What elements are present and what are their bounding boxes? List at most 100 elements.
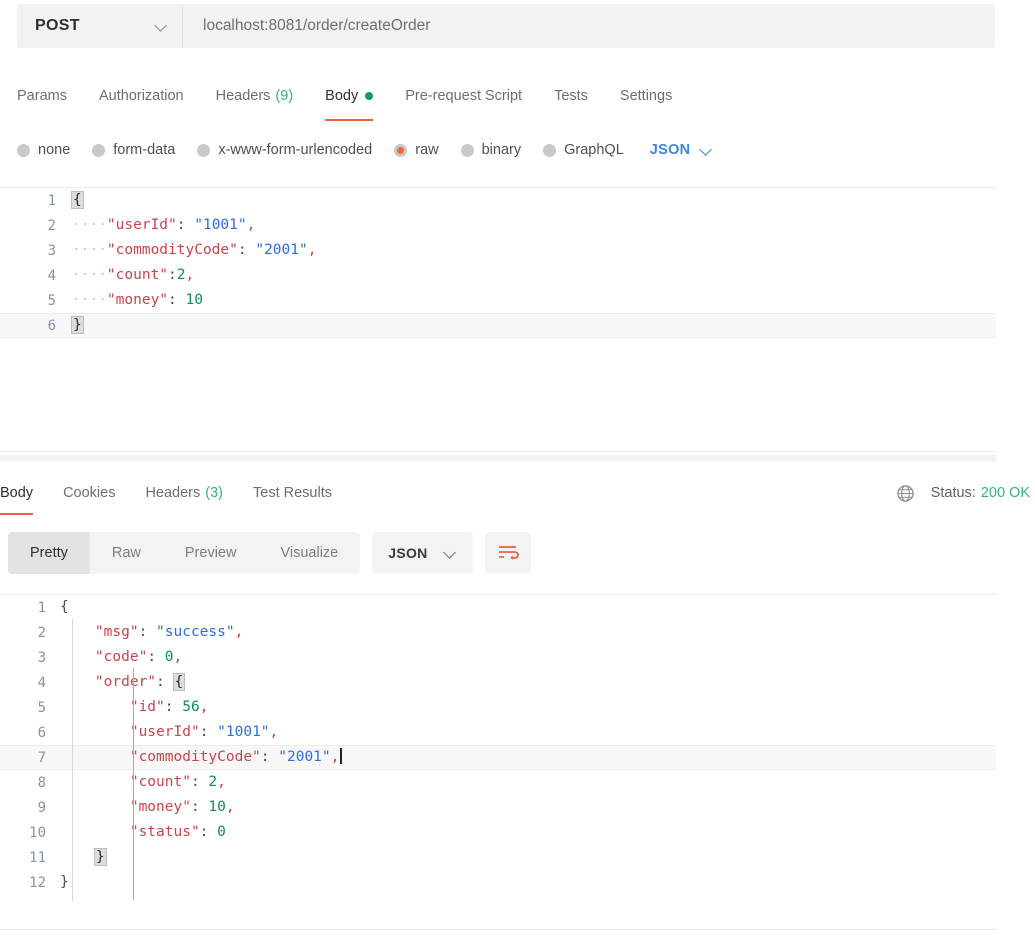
view-mode-raw[interactable]: Raw (90, 532, 163, 574)
code-token-comma: , (307, 242, 317, 258)
headers-count-badge: (9) (275, 88, 294, 104)
tab-body[interactable]: Body (309, 78, 389, 121)
line-number: 1 (37, 599, 46, 616)
code-line: 2 ····"userId": "1001", (0, 213, 996, 238)
view-mode-visualize[interactable]: Visualize (258, 532, 360, 574)
bottom-divider (0, 929, 996, 930)
body-type-binary-label: binary (481, 142, 522, 158)
code-token-colon: : (168, 292, 186, 308)
response-tab-cookies[interactable]: Cookies (48, 477, 130, 509)
code-token-colon: : (260, 749, 279, 765)
tab-authorization[interactable]: Authorization (83, 78, 200, 114)
http-method-select[interactable]: POST (17, 4, 182, 48)
response-tab-body[interactable]: Body (0, 477, 48, 515)
line-number: 2 (37, 624, 46, 641)
response-status-bar: Status: 200 OK (896, 477, 1030, 509)
response-tab-headers[interactable]: Headers (3) (130, 477, 238, 509)
code-indent: ···· (72, 242, 107, 258)
panel-divider[interactable] (0, 455, 996, 462)
response-tab-body-label: Body (0, 485, 34, 501)
word-wrap-button[interactable] (484, 532, 531, 574)
request-body-format-select[interactable]: JSON (650, 142, 715, 158)
code-token-comma: , (173, 649, 183, 665)
body-type-form-data[interactable]: form-data (92, 142, 175, 158)
response-tab-headers-label: Headers (145, 485, 201, 501)
tab-params[interactable]: Params (17, 78, 83, 114)
chevron-down-icon (700, 143, 714, 157)
code-token-number: 10 (208, 799, 226, 815)
body-type-none[interactable]: none (17, 142, 70, 158)
code-token-string: "2001" (278, 749, 331, 765)
line-number: 11 (29, 849, 46, 866)
body-type-raw-label: raw (415, 142, 439, 158)
request-body-format-label: JSON (649, 142, 691, 158)
line-number: 7 (37, 749, 46, 766)
code-token-comma: , (217, 774, 226, 790)
line-number: 6 (47, 317, 56, 334)
code-line: 12 } (0, 870, 996, 895)
tab-settings-label: Settings (619, 88, 673, 104)
text-cursor (340, 748, 342, 764)
line-number: 12 (29, 874, 46, 891)
line-number: 9 (37, 799, 46, 816)
line-number: 2 (47, 217, 56, 234)
code-token-key: "userId" (106, 217, 177, 233)
code-token-brace: } (71, 316, 84, 334)
code-line: 6 } (0, 313, 996, 338)
code-token-comma: , (225, 799, 235, 815)
code-line: 3 ····"commodityCode": "2001", (0, 238, 996, 263)
code-line: 2 "msg": "success", (0, 620, 996, 645)
body-type-graphql[interactable]: GraphQL (543, 142, 624, 158)
code-indent: ···· (72, 267, 107, 283)
code-token-brace: { (60, 599, 69, 615)
response-headers-count-badge: (3) (205, 485, 223, 501)
body-type-none-label: none (38, 142, 71, 158)
code-token-string: "1001" (217, 724, 270, 740)
code-token-brace: { (172, 673, 186, 691)
code-token-string: "2001" (255, 242, 308, 258)
code-token-key: "count" (106, 267, 169, 283)
code-line: 5 ····"money": 10 (0, 288, 996, 313)
response-tab-test-results[interactable]: Test Results (238, 477, 347, 509)
code-indent: ···· (72, 217, 107, 233)
code-token-brace: } (93, 848, 107, 866)
code-token-comma: , (246, 217, 256, 233)
tab-headers[interactable]: Headers (9) (200, 78, 310, 114)
response-view-toolbar: Pretty Raw Preview Visualize JSON (8, 532, 531, 574)
view-mode-pretty-label: Pretty (30, 545, 68, 561)
url-bar: POST localhost:8081/order/createOrder (17, 4, 995, 48)
body-type-binary[interactable]: binary (460, 142, 522, 158)
body-type-raw[interactable]: raw (394, 142, 439, 158)
response-format-select[interactable]: JSON (372, 532, 473, 574)
line-number: 10 (29, 824, 46, 841)
code-token-colon: : (168, 267, 177, 283)
response-format-label: JSON (388, 545, 428, 561)
line-number: 3 (47, 242, 56, 259)
request-body-editor[interactable]: 1 { 2 ····"userId": "1001", 3 ····"commo… (0, 187, 996, 452)
code-line: 8 "count": 2, (0, 770, 996, 795)
http-method-label: POST (35, 17, 80, 34)
postman-request-response-panel: POST localhost:8081/order/createOrder Pa… (0, 0, 1035, 935)
response-tab-cookies-label: Cookies (63, 485, 116, 501)
view-mode-preview[interactable]: Preview (163, 532, 259, 574)
body-type-x-www-form-urlencoded[interactable]: x-www-form-urlencoded (197, 142, 372, 158)
response-tabs: Body Cookies Headers (3) Test Results (0, 477, 347, 515)
code-token-key: "userId" (129, 724, 200, 740)
view-mode-pretty[interactable]: Pretty (8, 532, 90, 574)
body-type-radio-group: none form-data x-www-form-urlencoded raw… (17, 136, 714, 164)
code-token-string: "success" (156, 624, 235, 640)
tab-tests[interactable]: Tests (538, 78, 604, 114)
tab-settings[interactable]: Settings (604, 78, 688, 114)
tab-pre-request-script[interactable]: Pre-request Script (389, 78, 538, 114)
code-line: 3 "code": 0, (0, 645, 996, 670)
code-line: 6 "userId": "1001", (0, 720, 996, 745)
code-token-key: "code" (94, 649, 148, 665)
url-input[interactable]: localhost:8081/order/createOrder (182, 4, 995, 48)
code-token-key: "order" (94, 674, 157, 690)
code-token-comma: , (330, 749, 340, 765)
response-body-viewer[interactable]: 1 { 2 "msg": "success", 3 "code": 0, 4 "… (0, 594, 996, 924)
code-token-comma: , (269, 724, 279, 740)
code-token-number: 10 (185, 292, 203, 308)
body-type-graphql-label: GraphQL (564, 142, 624, 158)
code-token-brace: { (71, 191, 84, 209)
